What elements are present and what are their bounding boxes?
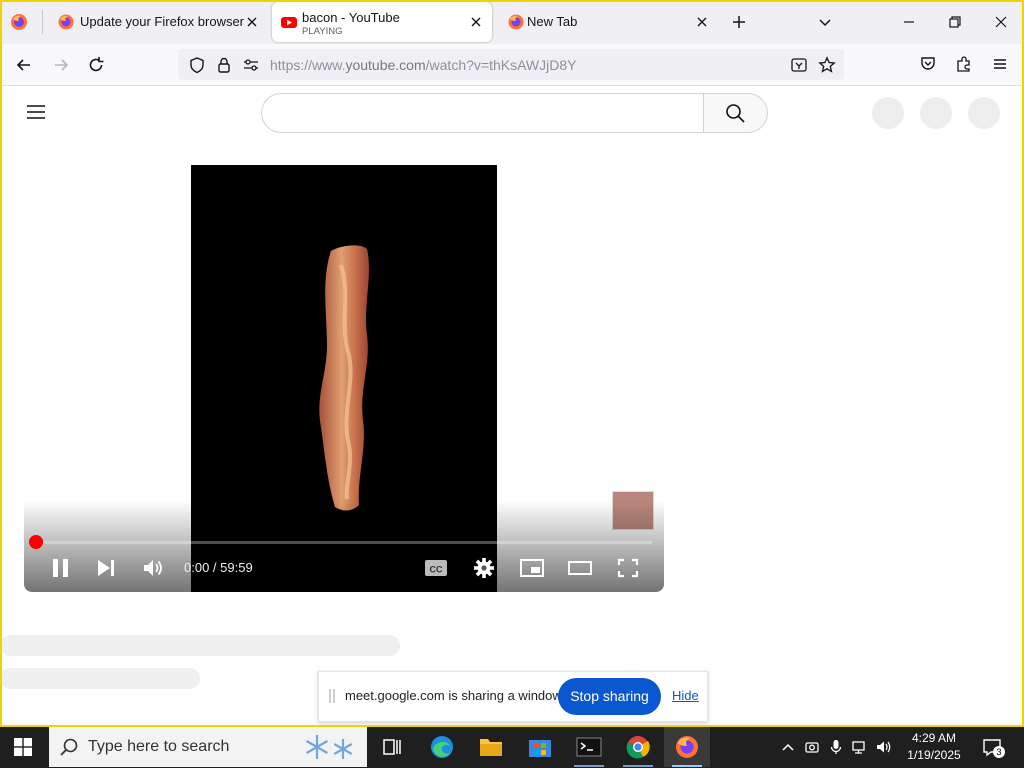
taskbar-clock[interactable]: 4:29 AM 1/19/2025 xyxy=(898,730,970,764)
lock-icon[interactable] xyxy=(216,56,232,74)
youtube-icon xyxy=(281,14,297,30)
hamburger-menu-icon[interactable] xyxy=(991,55,1009,73)
pause-icon[interactable] xyxy=(48,557,74,579)
taskbar-search-box[interactable]: Type here to search xyxy=(49,727,367,767)
youtube-page: 0:00 / 59:59 CC xyxy=(0,86,1020,723)
edge-icon[interactable] xyxy=(419,727,465,767)
volume-icon[interactable] xyxy=(141,557,167,579)
show-hidden-icons-chevron-up-icon[interactable] xyxy=(780,739,796,755)
windows-taskbar: Type here to search 4:29 AM 1/19/2025 3 xyxy=(0,726,1024,768)
volume-icon[interactable] xyxy=(875,739,893,755)
firefox-icon xyxy=(58,14,74,30)
close-icon[interactable] xyxy=(468,14,484,30)
microphone-icon[interactable] xyxy=(828,739,844,755)
title-placeholder xyxy=(0,635,400,656)
next-video-icon[interactable] xyxy=(94,557,120,579)
avatar-placeholder xyxy=(872,97,904,129)
progress-bar[interactable] xyxy=(36,541,652,544)
tab-bacon-youtube[interactable]: bacon - YouTube PLAYING xyxy=(272,2,492,42)
stop-sharing-button[interactable]: Stop sharing xyxy=(558,678,661,715)
reload-icon[interactable] xyxy=(86,55,106,75)
microsoft-store-icon[interactable] xyxy=(517,727,563,767)
list-all-tabs-chevron-down-icon[interactable] xyxy=(817,14,833,30)
notification-center-icon[interactable]: 3 xyxy=(982,737,1005,759)
theater-mode-icon[interactable] xyxy=(567,557,593,579)
avatar-placeholder xyxy=(920,97,952,129)
clock-date: 1/19/2025 xyxy=(907,748,961,762)
scrubber-handle[interactable] xyxy=(29,535,43,549)
search-icon xyxy=(59,737,79,757)
youtube-search-button[interactable] xyxy=(703,93,768,133)
tab-title: New Tab xyxy=(527,14,578,29)
file-explorer-icon[interactable] xyxy=(468,727,514,767)
camera-in-use-icon[interactable] xyxy=(804,739,820,755)
drag-handle-icon[interactable] xyxy=(328,688,336,704)
tab-strip: Update your Firefox browser bacon - YouT… xyxy=(0,0,1024,44)
taskbar-search-placeholder: Type here to search xyxy=(88,738,230,755)
youtube-search-input[interactable] xyxy=(261,93,704,133)
close-icon[interactable] xyxy=(694,14,710,30)
reader-translate-icon[interactable] xyxy=(790,56,808,74)
video-player[interactable]: 0:00 / 59:59 CC xyxy=(24,165,664,592)
clock-time: 4:29 AM xyxy=(911,731,957,745)
url-text[interactable]: https://www.youtube.com/watch?v=thKsAWJj… xyxy=(270,57,576,73)
subtitles-cc-icon[interactable]: CC xyxy=(423,557,449,579)
windows-start-icon[interactable] xyxy=(14,738,32,756)
subtitle-placeholder xyxy=(0,668,200,689)
close-icon[interactable] xyxy=(244,14,260,30)
tab-update-firefox[interactable]: Update your Firefox browser xyxy=(46,2,268,42)
svg-text:CC: CC xyxy=(430,565,443,575)
firefox-taskbar-icon[interactable] xyxy=(664,727,710,767)
tab-playing-label: PLAYING xyxy=(302,26,343,37)
permissions-icon[interactable] xyxy=(242,56,260,74)
window-close-icon[interactable] xyxy=(993,14,1009,30)
firefox-menu-icon[interactable] xyxy=(10,13,28,31)
navigation-toolbar: https://www.youtube.com/watch?v=thKsAWJj… xyxy=(0,44,1024,86)
url-bar[interactable]: https://www.youtube.com/watch?v=thKsAWJj… xyxy=(178,49,844,80)
tracking-protection-shield-icon[interactable] xyxy=(188,56,206,74)
notification-count-badge: 3 xyxy=(993,746,1005,758)
fullscreen-icon[interactable] xyxy=(615,557,641,579)
share-message: meet.google.com is sharing a window. xyxy=(345,688,565,703)
tab-new-tab[interactable]: New Tab xyxy=(496,2,718,42)
task-view-icon[interactable] xyxy=(369,727,415,767)
search-icon xyxy=(724,102,746,124)
guide-menu-icon[interactable] xyxy=(25,101,47,123)
new-tab-plus-icon[interactable] xyxy=(731,14,747,30)
chrome-icon[interactable] xyxy=(615,727,661,767)
forward-arrow-icon[interactable] xyxy=(51,55,71,75)
hide-link[interactable]: Hide xyxy=(672,688,699,703)
snowflake-search-highlight-icon[interactable] xyxy=(297,729,363,765)
firefox-icon xyxy=(508,14,524,30)
screen-share-notification: meet.google.com is sharing a window. Sto… xyxy=(318,671,708,722)
back-arrow-icon[interactable] xyxy=(14,55,34,75)
settings-gear-icon[interactable] xyxy=(471,557,497,579)
bookmark-star-icon[interactable] xyxy=(818,56,836,74)
minimize-icon[interactable] xyxy=(901,14,917,30)
network-icon[interactable] xyxy=(851,739,869,755)
tab-title: bacon - YouTube xyxy=(302,10,400,25)
restore-icon[interactable] xyxy=(947,14,963,30)
terminal-icon[interactable] xyxy=(566,727,612,767)
time-display: 0:00 / 59:59 xyxy=(184,560,253,575)
extensions-puzzle-icon[interactable] xyxy=(955,55,973,73)
miniplayer-icon[interactable] xyxy=(519,557,545,579)
avatar-placeholder xyxy=(968,97,1000,129)
pocket-icon[interactable] xyxy=(919,55,937,73)
tab-title: Update your Firefox browser xyxy=(80,14,245,29)
